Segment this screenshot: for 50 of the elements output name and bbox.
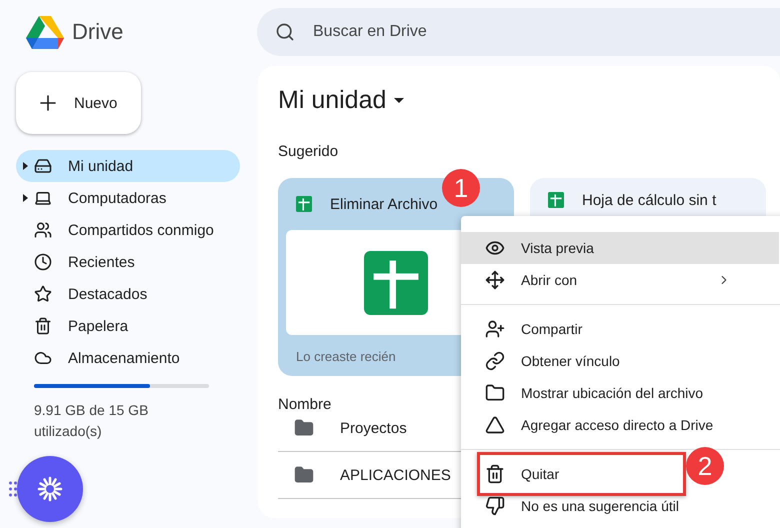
folder-icon — [294, 465, 314, 485]
nav-icon — [34, 221, 52, 239]
dropdown-icon — [394, 98, 404, 103]
menu-icon — [485, 464, 505, 484]
menu-icon — [485, 270, 505, 290]
caret-icon — [22, 194, 28, 202]
sidebar-item[interactable]: Papelera — [16, 310, 240, 342]
assistant-button[interactable] — [9, 456, 83, 522]
folder-icon — [294, 418, 314, 438]
section-title: Sugerido — [278, 143, 340, 160]
new-button[interactable]: Nuevo — [16, 72, 142, 134]
card-subtitle: Lo creaste recién — [296, 349, 396, 364]
spreadsheet-icon — [296, 196, 312, 212]
menu-item[interactable]: Quitar — [477, 452, 686, 496]
sidebar-item[interactable]: Almacenamiento — [16, 342, 240, 374]
file-name[interactable]: Proyectos — [340, 420, 407, 436]
sidebar-item[interactable]: Destacados — [16, 278, 240, 310]
menu-icon — [485, 383, 505, 403]
menu-icon — [485, 319, 505, 339]
drive-logo-icon — [26, 16, 64, 48]
sparkle-icon — [37, 476, 63, 502]
card-title: Hoja de cálculo sin t — [582, 192, 716, 208]
app-name: Drive — [72, 19, 124, 45]
file-name[interactable]: APLICACIONES — [340, 466, 451, 484]
menu-icon — [485, 496, 505, 516]
menu-item[interactable]: Agregar acceso directo a Drive — [461, 409, 779, 441]
nav-icon — [34, 285, 52, 303]
nav-icon — [34, 317, 52, 335]
drag-handle-icon — [9, 481, 17, 497]
menu-icon — [485, 415, 505, 435]
sidebar-item[interactable]: Recientes — [16, 246, 240, 278]
menu-icon — [485, 351, 505, 371]
menu-item[interactable]: Vista previa — [461, 232, 779, 264]
storage-text: 9.91 GB de 15 GB utilizado(s) — [34, 401, 150, 441]
sidebar-item[interactable]: Mi unidad — [16, 150, 240, 182]
sidebar-item[interactable]: Computadoras — [16, 182, 240, 214]
search-bar[interactable]: Buscar en Drive — [257, 8, 780, 56]
folder-title[interactable]: Mi unidad — [278, 86, 404, 115]
nav-icon — [34, 157, 52, 175]
caret-icon — [22, 162, 28, 170]
nav-icon — [34, 189, 52, 207]
spreadsheet-icon — [364, 250, 428, 314]
nav-icon — [34, 349, 52, 367]
sidebar-item[interactable]: Compartidos conmigo — [16, 214, 240, 246]
search-icon — [275, 22, 295, 42]
spreadsheet-icon — [548, 192, 564, 208]
nav-icon — [34, 253, 52, 271]
search-field[interactable]: Buscar en Drive — [311, 22, 762, 42]
card-title: Eliminar Archivo — [330, 196, 438, 212]
menu-item[interactable]: Mostrar ubicación del archivo — [461, 377, 779, 409]
